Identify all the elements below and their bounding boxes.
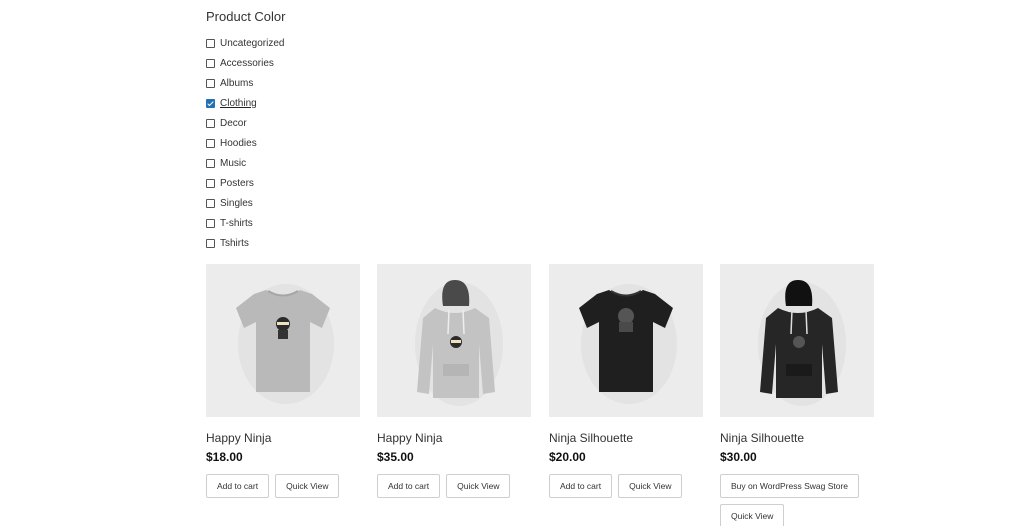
filter-label: Uncategorized xyxy=(220,37,285,49)
product-actions: Add to cart Quick View xyxy=(377,474,531,498)
product-card: Happy Ninja $35.00 Add to cart Quick Vie… xyxy=(377,264,531,498)
quick-view-button[interactable]: Quick View xyxy=(720,504,785,526)
filter-label: T-shirts xyxy=(220,217,253,229)
checkbox[interactable] xyxy=(206,158,215,168)
filter-item-hoodies[interactable]: Hoodies xyxy=(206,133,284,153)
product-image[interactable] xyxy=(206,264,360,417)
filter-list: Uncategorized Accessories Albums Clothin… xyxy=(206,33,284,253)
filter-label: Clothing xyxy=(220,97,257,109)
checkbox[interactable] xyxy=(206,198,215,208)
filter-label: Singles xyxy=(220,197,253,209)
checkbox[interactable] xyxy=(206,38,215,48)
product-card: Happy Ninja $18.00 Add to cart Quick Vie… xyxy=(206,264,360,498)
product-image[interactable] xyxy=(720,264,874,417)
quick-view-button[interactable]: Quick View xyxy=(618,474,683,498)
product-image[interactable] xyxy=(377,264,531,417)
filter-label: Decor xyxy=(220,117,247,129)
tshirt-image xyxy=(236,284,334,404)
checkbox[interactable] xyxy=(206,78,215,88)
add-to-cart-button[interactable]: Add to cart xyxy=(549,474,613,498)
product-price: $30.00 xyxy=(720,450,757,464)
product-image[interactable] xyxy=(549,264,703,417)
filter-title: Product Color xyxy=(206,9,286,24)
product-actions: Add to cart Quick View xyxy=(549,474,703,498)
product-card: Ninja Silhouette $20.00 Add to cart Quic… xyxy=(549,264,703,498)
filter-item-albums[interactable]: Albums xyxy=(206,73,284,93)
hoodie-image xyxy=(758,280,846,406)
checkbox[interactable] xyxy=(206,218,215,228)
product-title[interactable]: Ninja Silhouette xyxy=(720,431,874,445)
quick-view-button[interactable]: Quick View xyxy=(446,474,511,498)
product-title[interactable]: Ninja Silhouette xyxy=(549,431,703,445)
add-to-cart-button[interactable]: Add to cart xyxy=(377,474,441,498)
product-price: $35.00 xyxy=(377,450,414,464)
filter-label: Posters xyxy=(220,177,254,189)
filter-item-clothing[interactable]: Clothing xyxy=(206,93,284,113)
filter-item-accessories[interactable]: Accessories xyxy=(206,53,284,73)
checkbox-checked[interactable] xyxy=(206,98,215,108)
filter-item-uncategorized[interactable]: Uncategorized xyxy=(206,33,284,53)
product-actions: Add to cart Quick View xyxy=(206,474,360,498)
checkbox[interactable] xyxy=(206,58,215,68)
product-price: $20.00 xyxy=(549,450,586,464)
product-card: Ninja Silhouette $30.00 Buy on WordPress… xyxy=(720,264,874,526)
checkbox[interactable] xyxy=(206,238,215,248)
checkbox[interactable] xyxy=(206,138,215,148)
filter-item-t-shirts[interactable]: T-shirts xyxy=(206,213,284,233)
product-title[interactable]: Happy Ninja xyxy=(206,431,360,445)
filter-label: Music xyxy=(220,157,247,169)
product-title[interactable]: Happy Ninja xyxy=(377,431,531,445)
filter-label: Albums xyxy=(220,77,254,89)
checkbox[interactable] xyxy=(206,118,215,128)
filter-item-music[interactable]: Music xyxy=(206,153,284,173)
product-actions: Buy on WordPress Swag Store Quick View xyxy=(720,474,874,526)
filter-label: Accessories xyxy=(220,57,274,69)
filter-item-posters[interactable]: Posters xyxy=(206,173,284,193)
hoodie-image xyxy=(415,280,503,406)
tshirt-image xyxy=(579,284,677,404)
product-price: $18.00 xyxy=(206,450,243,464)
filter-item-singles[interactable]: Singles xyxy=(206,193,284,213)
filter-item-decor[interactable]: Decor xyxy=(206,113,284,133)
checkbox[interactable] xyxy=(206,178,215,188)
filter-label: Hoodies xyxy=(220,137,257,149)
buy-on-store-button[interactable]: Buy on WordPress Swag Store xyxy=(720,474,860,498)
add-to-cart-button[interactable]: Add to cart xyxy=(206,474,270,498)
filter-label: Tshirts xyxy=(220,237,249,249)
quick-view-button[interactable]: Quick View xyxy=(275,474,340,498)
filter-item-tshirts[interactable]: Tshirts xyxy=(206,233,284,253)
